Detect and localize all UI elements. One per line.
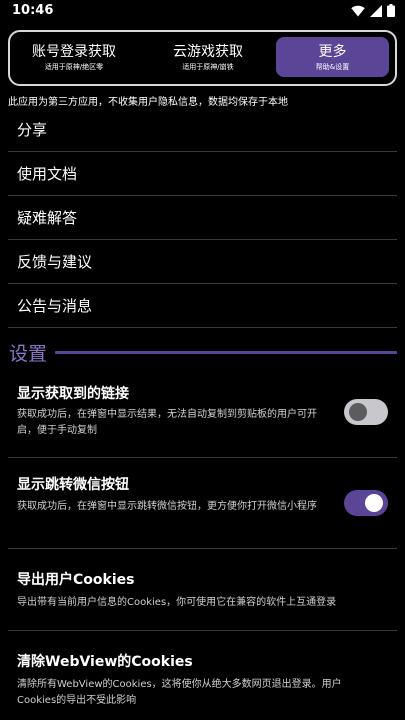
menu-item-label: 使用文档 [17,165,78,183]
menu-item-label: 疑难解答 [17,209,78,227]
setting-export-cookies[interactable]: 导出用户Cookies 导出带有当前用户信息的Cookies，你可使用它在兼容的… [8,549,397,631]
tab-label: 云游戏获取 [173,44,243,60]
wechat-button-toggle[interactable] [344,490,388,516]
status-icons [351,4,395,17]
tab-cloud-game[interactable]: 云游戏获取 适用于原神/崩铁 [138,32,278,84]
tab-account-login[interactable]: 账号登录获取 适用于原神/绝区零 [10,32,138,84]
status-time: 10:46 [12,3,54,18]
tab-label: 更多 [318,44,347,60]
show-link-toggle[interactable] [344,399,388,425]
setting-description: 获取成功后，在弹窗中显示跳转微信按钮，更方便你打开微信小程序 [17,501,317,512]
menu-item-label: 分享 [17,121,48,139]
menu-item-feedback[interactable]: 反馈与建议 [8,240,397,284]
tab-label: 账号登录获取 [32,44,116,60]
tab-sublabel: 适用于原神/崩铁 [182,63,234,71]
tab-sublabel: 帮助&设置 [315,63,350,71]
menu-item-docs[interactable]: 使用文档 [8,152,397,196]
menu-item-label: 反馈与建议 [17,253,93,271]
setting-description: 清除所有WebView的Cookies，这将使你从绝大多数网页退出登录。用户Co… [17,679,342,706]
settings-section-title: 设置 [9,343,48,365]
menu-item-share[interactable]: 分享 [8,108,397,152]
status-bar: 10:46 [0,0,405,24]
menu-item-label: 公告与消息 [17,297,93,315]
tab-more[interactable]: 更多 帮助&设置 [276,37,389,77]
setting-description: 获取成功后，在弹窗中显示结果，无法自动复制到剪贴板的用户可开启，便于手动复制 [17,409,317,436]
menu-item-announcements[interactable]: 公告与消息 [8,284,397,328]
signal-icon [370,4,382,17]
toggle-knob [365,494,383,512]
setting-clear-webview-cookies[interactable]: 清除WebView的Cookies 清除所有WebView的Cookies，这将… [8,631,397,720]
setting-description: 导出带有当前用户信息的Cookies，你可使用它在兼容的软件上互通登录 [17,597,337,608]
setting-title: 清除WebView的Cookies [17,654,193,670]
setting-title: 显示跳转微信按钮 [17,477,129,493]
toggle-knob [349,403,367,421]
tab-sublabel: 适用于原神/绝区零 [44,63,104,71]
top-tab-bar: 账号登录获取 适用于原神/绝区零 云游戏获取 适用于原神/崩铁 更多 帮助&设置 [8,30,397,86]
setting-show-wechat-button: 显示跳转微信按钮 获取成功后，在弹窗中显示跳转微信按钮，更方便你打开微信小程序 [8,458,397,549]
wifi-icon [351,5,365,16]
setting-show-link: 显示获取到的链接 获取成功后，在弹窗中显示结果，无法自动复制到剪贴板的用户可开启… [8,370,397,458]
setting-title: 导出用户Cookies [17,572,135,588]
privacy-note: 此应用为第三方应用，不收集用户隐私信息，数据均保存于本地 [8,97,288,108]
setting-title: 显示获取到的链接 [17,386,129,402]
menu-item-faq[interactable]: 疑难解答 [8,196,397,240]
settings-divider [55,351,397,354]
screen: 10:46 账号登录获取 适用于原神/绝区零 云游戏获取 适用于原神/崩铁 更多 [0,0,405,720]
battery-icon [387,4,395,17]
